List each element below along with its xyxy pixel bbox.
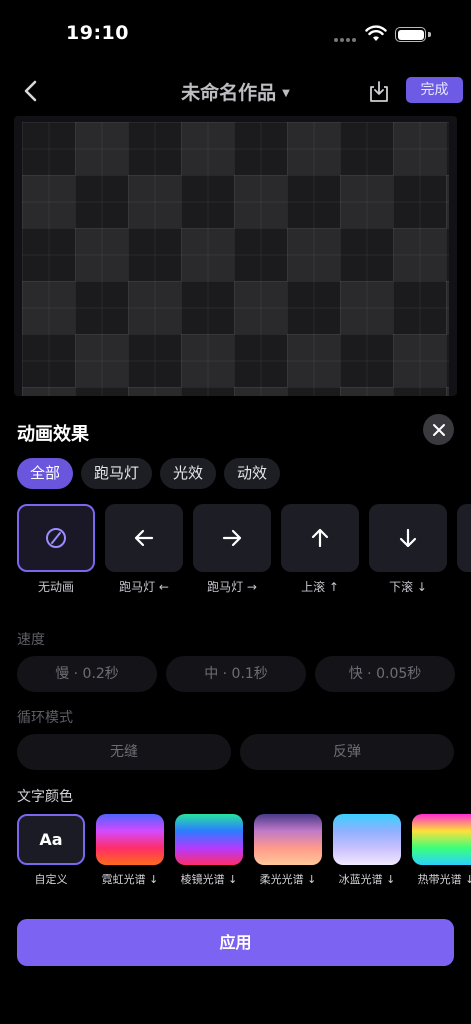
prism-gradient-swatch (175, 814, 243, 865)
effect-tile (193, 504, 271, 572)
arrow-up-icon (311, 528, 329, 548)
effect-more[interactable] (457, 504, 471, 572)
effect-label: 跑马灯 → (207, 580, 257, 594)
effect-none[interactable]: 无动画 (17, 504, 95, 594)
status-time: 19:10 (66, 22, 129, 44)
effect-tile (369, 504, 447, 572)
color-presets: Aa 自定义 霓虹光谱 ↓ 棱镜光谱 ↓ 柔光光谱 ↓ 冰蓝光谱 ↓ 热带光谱 … (17, 814, 471, 894)
wifi-icon (365, 25, 387, 41)
tab-light[interactable]: 光效 (160, 458, 217, 489)
speed-slow-button[interactable]: 慢 · 0.2秒 (17, 656, 157, 692)
color-soft[interactable]: 柔光光谱 ↓ (254, 814, 322, 887)
tab-motion[interactable]: 动效 (224, 458, 281, 489)
tab-all[interactable]: 全部 (17, 458, 74, 489)
done-button[interactable]: 完成 (406, 77, 463, 103)
color-custom[interactable]: Aa 自定义 (17, 814, 85, 887)
preview-canvas (14, 116, 457, 396)
no-animation-icon (46, 528, 66, 548)
color-label: 冰蓝光谱 ↓ (338, 873, 396, 886)
signal-icon (334, 38, 358, 42)
ice-blue-gradient-swatch (333, 814, 401, 865)
effect-tile (105, 504, 183, 572)
battery-cap (428, 32, 431, 37)
close-button[interactable] (423, 414, 454, 445)
neon-gradient-swatch (96, 814, 164, 865)
loop-options: 无缝 反弹 (17, 734, 454, 770)
export-icon[interactable] (366, 78, 392, 104)
tropical-gradient-swatch (412, 814, 471, 865)
speed-label: 速度 (17, 632, 45, 648)
canvas-grid-lines (22, 122, 449, 396)
effect-scroll-up[interactable]: 上滚 ↑ (281, 504, 359, 594)
color-prism[interactable]: 棱镜光谱 ↓ (175, 814, 243, 887)
speed-options: 慢 · 0.2秒 中 · 0.1秒 快 · 0.05秒 (17, 656, 455, 692)
speed-fast-button[interactable]: 快 · 0.05秒 (315, 656, 455, 692)
effect-marquee-right[interactable]: 跑马灯 → (193, 504, 271, 594)
document-title[interactable]: 未命名作品 ▼ (0, 78, 471, 105)
color-tropical[interactable]: 热带光谱 ↓ (412, 814, 471, 887)
effect-tile (457, 504, 471, 572)
sheet-title: 动画效果 (17, 424, 89, 445)
caret-down-icon: ▼ (282, 88, 290, 99)
effect-label: 下滚 ↓ (389, 580, 427, 594)
document-title-text: 未命名作品 (181, 82, 277, 104)
battery-icon (395, 27, 426, 42)
color-label: 霓虹光谱 ↓ (101, 873, 159, 886)
status-bar: 19:10 (0, 0, 471, 66)
loop-bounce-button[interactable]: 反弹 (240, 734, 454, 770)
arrow-right-icon (222, 529, 242, 547)
color-label: 热带光谱 ↓ (417, 873, 471, 886)
arrow-down-icon (399, 528, 417, 548)
nav-bar: 未命名作品 ▼ 完成 (0, 66, 471, 114)
soft-gradient-swatch (254, 814, 322, 865)
loop-mode-label: 循环模式 (17, 710, 73, 726)
color-ice-blue[interactable]: 冰蓝光谱 ↓ (333, 814, 401, 887)
effect-label: 无动画 (37, 580, 74, 594)
tab-marquee[interactable]: 跑马灯 (81, 458, 153, 489)
close-icon (432, 423, 445, 436)
effect-label: 上滚 ↑ (301, 580, 339, 594)
apply-button[interactable]: 应用 (17, 919, 454, 966)
effects-list: 无动画 跑马灯 ← 跑马灯 → 上滚 ↑ 下滚 ↓ (17, 504, 471, 594)
speed-medium-button[interactable]: 中 · 0.1秒 (166, 656, 306, 692)
filter-tabs: 全部 跑马灯 光效 动效 (17, 458, 281, 489)
effect-tile (281, 504, 359, 572)
loop-seamless-button[interactable]: 无缝 (17, 734, 231, 770)
custom-color-swatch: Aa (17, 814, 85, 865)
effect-label: 跑马灯 ← (119, 580, 169, 594)
effect-scroll-down[interactable]: 下滚 ↓ (369, 504, 447, 594)
color-label: 柔光光谱 ↓ (259, 873, 317, 886)
color-label: 自定义 (34, 873, 68, 886)
color-label: 棱镜光谱 ↓ (180, 873, 238, 886)
text-color-label: 文字颜色 (17, 789, 73, 805)
effect-marquee-left[interactable]: 跑马灯 ← (105, 504, 183, 594)
color-neon[interactable]: 霓虹光谱 ↓ (96, 814, 164, 887)
effect-tile (17, 504, 95, 572)
arrow-left-icon (134, 529, 154, 547)
